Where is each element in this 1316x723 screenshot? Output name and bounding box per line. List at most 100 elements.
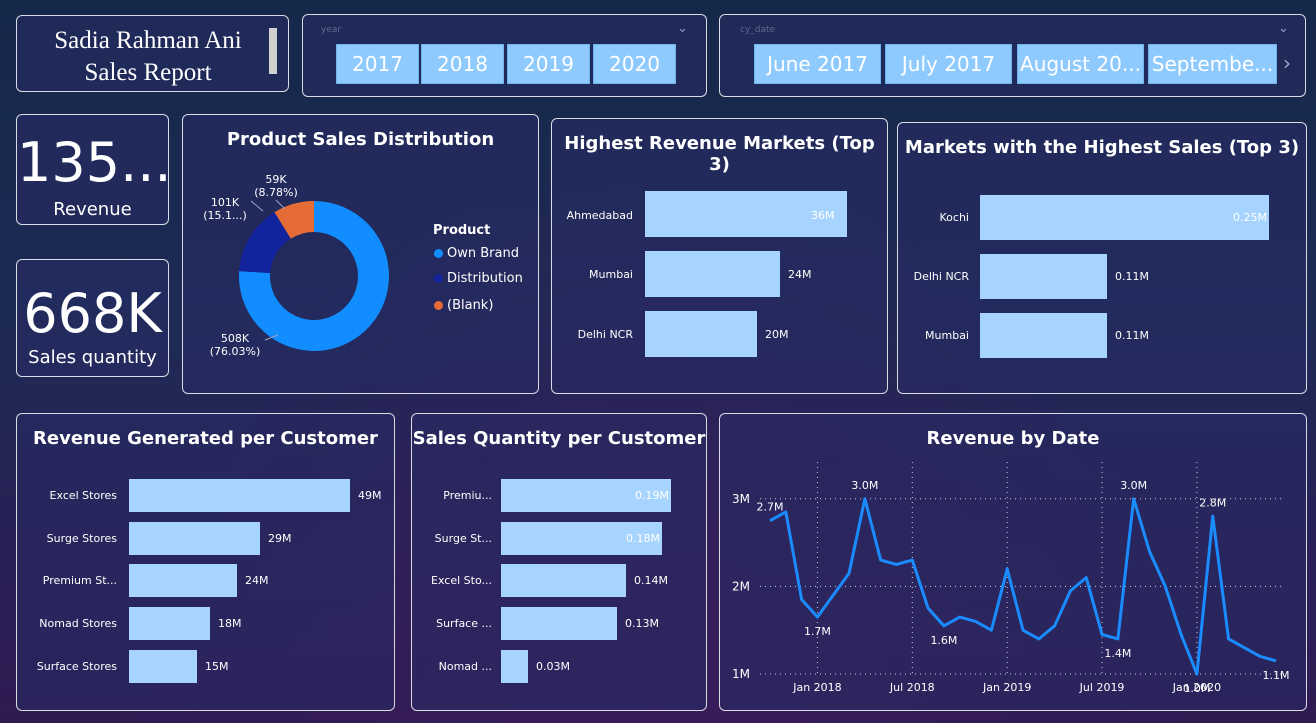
chevron-down-icon[interactable]: ⌄ xyxy=(1278,21,1289,36)
bar[interactable] xyxy=(980,313,1107,358)
year-option-2018[interactable]: 2018 xyxy=(421,44,504,84)
bar-category-label: Surge Stores xyxy=(46,532,117,545)
bar-category-label: Premiu... xyxy=(443,489,492,502)
revenue-date-card: Revenue by Date Jan 2018 Jul 2018 Jan 2019… xyxy=(719,413,1307,711)
legend-title: Product xyxy=(433,223,491,238)
y-tick-label: 3M xyxy=(732,492,750,506)
bar[interactable] xyxy=(129,564,237,597)
revenue-markets-title: Highest Revenue Markets (Top 3) xyxy=(564,133,875,175)
bar-value-label: 15M xyxy=(205,660,229,673)
bar-value-label: 0.11M xyxy=(1115,329,1149,342)
bar-value-label: 0.11M xyxy=(1115,270,1149,283)
date-slicer: cy_date ⌄ June 2017 July 2017 August 20.… xyxy=(719,14,1306,97)
report-title-line1: Sadia Rahman Ani xyxy=(54,27,242,54)
bar-category-label: Surge St... xyxy=(434,532,492,545)
kpi-revenue-card: 135... Revenue xyxy=(16,114,172,225)
data-label: 1.1M xyxy=(1263,669,1290,682)
data-label: 2.8M xyxy=(1199,496,1226,509)
bar-category-label: Ahmedabad xyxy=(566,209,633,222)
bar[interactable] xyxy=(501,607,617,640)
report-title-line2: Sales Report xyxy=(84,59,212,86)
data-label: 2.7M xyxy=(757,501,784,514)
bar-category-label: Excel Stores xyxy=(49,489,117,502)
title-scrollbar[interactable] xyxy=(269,28,277,74)
qty-customer-card: Sales Quantity per Customer Premiu... Su… xyxy=(411,413,707,711)
year-option-2020[interactable]: 2020 xyxy=(593,44,676,84)
slice-value-label: 508K xyxy=(221,332,250,345)
bar-value-label: 0.13M xyxy=(625,617,659,630)
data-label: 1.6M xyxy=(930,634,957,647)
bar[interactable] xyxy=(645,251,780,297)
leader-line xyxy=(250,200,264,212)
legend-own-brand[interactable]: Own Brand xyxy=(434,246,519,261)
bar[interactable] xyxy=(129,650,197,683)
data-label: 3.0M xyxy=(851,479,878,492)
bar-category-label: Delhi NCR xyxy=(913,270,969,283)
date-option-june-2017[interactable]: June 2017 xyxy=(754,44,881,84)
bar-value-label: 24M xyxy=(788,268,812,281)
x-tick-label: Jul 2019 xyxy=(1079,681,1125,694)
kpi-quantity-card: 668K Sales quantity xyxy=(16,259,169,377)
data-label: 3.0M xyxy=(1120,479,1147,492)
x-tick-label: Jan 2019 xyxy=(982,681,1031,694)
bar[interactable] xyxy=(980,195,1269,240)
bar[interactable] xyxy=(980,254,1107,299)
leader-line xyxy=(275,199,286,210)
slice-percent-label: (15.1...) xyxy=(203,209,247,222)
bar-value-label: 0.25M xyxy=(1233,211,1267,224)
sales-markets-card: Markets with the Highest Sales (Top 3) K… xyxy=(897,122,1307,394)
date-option-september[interactable]: Septembe... xyxy=(1148,44,1277,84)
bar[interactable] xyxy=(501,564,626,597)
revenue-customer-card: Revenue Generated per Customer Excel Sto… xyxy=(16,413,395,711)
bar-value-label: 24M xyxy=(245,574,269,587)
bar-category-label: Excel Sto... xyxy=(431,574,492,587)
bar[interactable] xyxy=(501,650,528,683)
sales-markets-title: Markets with the Highest Sales (Top 3) xyxy=(904,137,1300,158)
bar[interactable] xyxy=(645,311,757,357)
bar-value-label: 0.18M xyxy=(626,532,660,545)
chevron-right-icon[interactable]: › xyxy=(1283,51,1291,75)
y-tick-label: 1M xyxy=(732,667,750,681)
year-option-2017[interactable]: 2017 xyxy=(336,44,419,84)
bar-value-label: 0.19M xyxy=(635,489,669,502)
report-title-card: Sadia Rahman Ani Sales Report xyxy=(16,15,289,92)
bar[interactable] xyxy=(129,522,260,555)
date-slicer-label: cy_date xyxy=(740,25,776,35)
bar-value-label: 20M xyxy=(765,328,789,341)
slice-value-label: 101K xyxy=(211,196,240,209)
x-tick-label: Jul 2018 xyxy=(889,681,935,694)
bar-value-label: 18M xyxy=(218,617,242,630)
bar-value-label: 29M xyxy=(268,532,292,545)
y-tick-label: 2M xyxy=(732,579,750,593)
slice-value-label: 59K xyxy=(265,173,287,186)
bar-value-label: 0.03M xyxy=(536,660,570,673)
bar-category-label: Nomad Stores xyxy=(39,617,117,630)
qty-customer-title: Sales Quantity per Customer xyxy=(412,428,706,449)
kpi-revenue-value: 135... xyxy=(17,131,172,194)
kpi-quantity-value: 668K xyxy=(23,282,162,345)
slice-percent-label: (8.78%) xyxy=(254,186,298,199)
x-tick-label: Jan 2018 xyxy=(792,681,841,694)
bar[interactable] xyxy=(129,607,210,640)
bar-category-label: Delhi NCR xyxy=(577,328,633,341)
legend-blank[interactable]: (Blank) xyxy=(434,298,493,313)
bar-value-label: 36M xyxy=(811,209,835,222)
kpi-quantity-label: Sales quantity xyxy=(28,347,157,368)
bar-category-label: Nomad ... xyxy=(438,660,492,673)
data-label: 1.0M xyxy=(1183,682,1210,695)
date-option-august[interactable]: August 20... xyxy=(1017,44,1144,84)
data-label: 1.4M xyxy=(1104,647,1131,660)
year-option-2019[interactable]: 2019 xyxy=(507,44,590,84)
date-option-july-2017[interactable]: July 2017 xyxy=(885,44,1012,84)
bar-category-label: Surface ... xyxy=(436,617,492,630)
revenue-markets-card: Highest Revenue Markets (Top 3) Ahmedaba… xyxy=(551,118,888,394)
legend-distribution[interactable]: Distribution xyxy=(434,271,523,286)
revenue-customer-title: Revenue Generated per Customer xyxy=(33,428,378,449)
bar[interactable] xyxy=(129,479,350,512)
chevron-down-icon[interactable]: ⌄ xyxy=(677,21,688,36)
bar-value-label: 0.14M xyxy=(634,574,668,587)
bar-category-label: Mumbai xyxy=(925,329,969,342)
slice-percent-label: (76.03%) xyxy=(210,345,261,358)
bar-category-label: Surface Stores xyxy=(36,660,117,673)
bar-category-label: Mumbai xyxy=(589,268,633,281)
